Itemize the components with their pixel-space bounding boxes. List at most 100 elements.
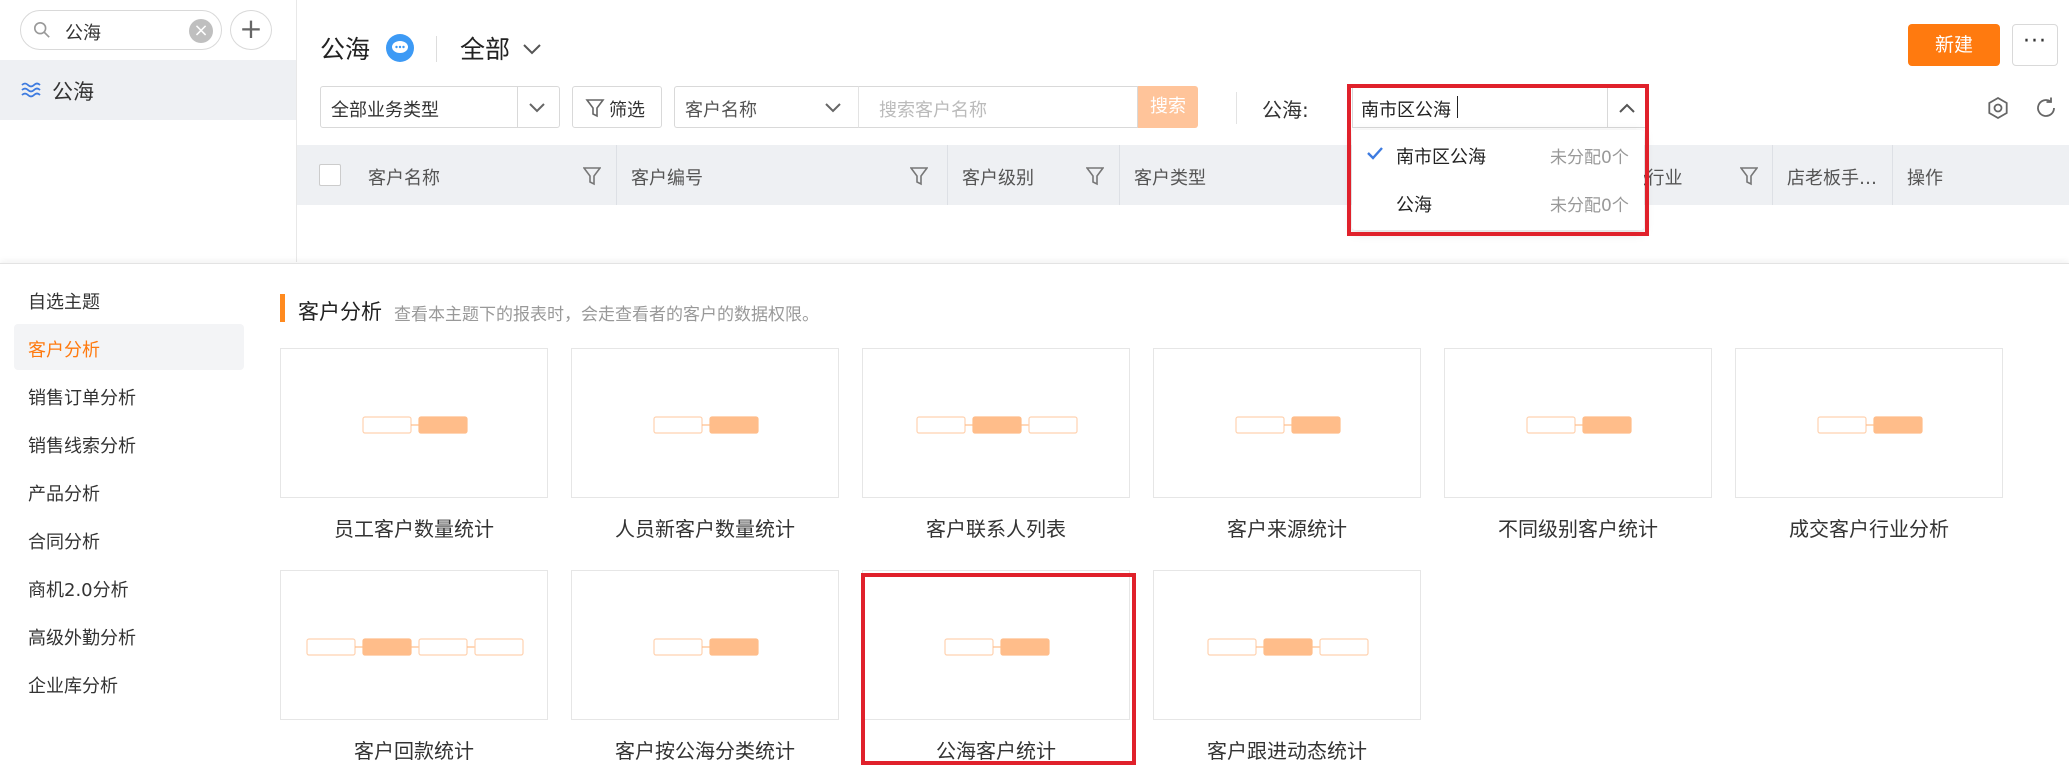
pool-label: 公海: xyxy=(1262,98,1309,122)
report-card-label[interactable]: 员工客户数量统计 xyxy=(280,513,548,542)
report-menu-label: 合同分析 xyxy=(28,532,100,553)
column-label: 操作 xyxy=(1907,168,1943,189)
report-thumbnail-icon xyxy=(1207,638,1369,656)
column-header[interactable]: 操作 xyxy=(1893,145,2069,205)
search-field-select[interactable]: 客户名称 xyxy=(674,86,858,128)
filter-divider xyxy=(1236,92,1237,124)
report-card[interactable] xyxy=(862,348,1130,498)
sidebar-search-input[interactable]: 公海 xyxy=(65,19,101,45)
report-card-label[interactable]: 客户联系人列表 xyxy=(862,513,1130,542)
view-select[interactable]: 全部 xyxy=(460,30,510,66)
column-label: 客户名称 xyxy=(368,168,440,189)
report-card-label[interactable]: 客户跟进动态统计 xyxy=(1153,735,1421,764)
funnel-icon[interactable] xyxy=(583,165,601,187)
report-menu-label: 产品分析 xyxy=(28,484,100,505)
report-card[interactable] xyxy=(280,570,548,720)
highlight-box xyxy=(861,573,1136,765)
chevron-down-icon[interactable] xyxy=(522,42,542,56)
column-label: 客户编号 xyxy=(631,168,703,189)
report-menu-item[interactable]: 商机2.0分析 xyxy=(14,564,244,610)
page-title: 公海 xyxy=(320,35,371,64)
column-header[interactable]: 客户级别 xyxy=(948,145,1120,205)
report-thumbnail-icon xyxy=(1235,416,1341,434)
funnel-icon[interactable] xyxy=(910,165,928,187)
chevron-down-icon[interactable] xyxy=(823,101,843,115)
search-icon xyxy=(33,21,50,38)
funnel-icon xyxy=(585,99,605,118)
report-menu-item[interactable]: 销售订单分析 xyxy=(14,372,244,418)
report-menu-item[interactable]: 自选主题 xyxy=(14,276,244,322)
sidebar-item-label: 公海 xyxy=(52,80,94,104)
report-card[interactable] xyxy=(1444,348,1712,498)
report-card-label[interactable]: 成交客户行业分析 xyxy=(1735,513,2003,542)
clear-icon[interactable]: × xyxy=(189,19,213,43)
header-divider xyxy=(436,36,437,62)
report-menu-label: 销售线索分析 xyxy=(28,436,136,457)
report-thumbnail-icon xyxy=(1817,416,1923,434)
section-title: 客户分析 xyxy=(298,300,382,324)
report-menu-label: 高级外勤分析 xyxy=(28,628,136,649)
report-card-label[interactable]: 不同级别客户统计 xyxy=(1444,513,1712,542)
chat-icon[interactable] xyxy=(386,34,414,62)
more-button[interactable]: ··· xyxy=(2012,24,2058,66)
refresh-icon[interactable] xyxy=(2034,96,2058,120)
column-header[interactable]: 客户名称 xyxy=(354,145,617,205)
sidebar-divider xyxy=(296,0,297,262)
column-header[interactable]: 店老板手… xyxy=(1773,145,1893,205)
report-thumbnail-icon xyxy=(916,416,1078,434)
customer-search-input[interactable]: 搜索客户名称 xyxy=(858,86,1138,128)
settings-icon[interactable] xyxy=(1986,96,2010,120)
report-card[interactable] xyxy=(571,570,839,720)
funnel-icon[interactable] xyxy=(1740,165,1758,187)
report-card[interactable] xyxy=(1153,348,1421,498)
highlight-box xyxy=(1347,84,1649,236)
report-thumbnail-icon xyxy=(362,416,468,434)
report-menu-label: 商机2.0分析 xyxy=(28,580,129,601)
report-card[interactable] xyxy=(571,348,839,498)
report-card-label[interactable]: 客户来源统计 xyxy=(1153,513,1421,542)
business-type-value: 全部业务类型 xyxy=(331,100,439,121)
sidebar-search-box[interactable]: 公海 × xyxy=(20,10,222,50)
table-header: 客户名称 客户编号 客户级别 客户类型 2级行业 店老板手… 操作 xyxy=(297,145,2069,205)
report-menu-item[interactable]: 销售线索分析 xyxy=(14,420,244,466)
section-accent-bar xyxy=(280,294,285,322)
select-all-cell xyxy=(297,145,341,205)
column-label: 店老板手… xyxy=(1787,168,1877,189)
report-thumbnail-icon xyxy=(306,638,524,656)
search-button[interactable]: 搜索 xyxy=(1138,86,1198,128)
add-button[interactable]: + xyxy=(230,10,272,50)
filter-button[interactable]: 筛选 xyxy=(572,86,662,128)
report-menu-item[interactable]: 高级外勤分析 xyxy=(14,612,244,658)
business-type-select[interactable]: 全部业务类型 xyxy=(320,86,560,128)
report-card[interactable] xyxy=(1153,570,1421,720)
search-placeholder: 搜索客户名称 xyxy=(879,100,987,121)
chevron-down-icon[interactable] xyxy=(527,101,547,115)
section-description: 查看本主题下的报表时，会走查看者的客户的数据权限。 xyxy=(394,305,819,325)
report-thumbnail-icon xyxy=(653,638,759,656)
report-menu-label: 企业库分析 xyxy=(28,676,118,697)
select-divider xyxy=(517,87,518,127)
report-menu-label: 客户分析 xyxy=(28,340,100,361)
report-card-label[interactable]: 人员新客户数量统计 xyxy=(571,513,839,542)
report-card-label[interactable]: 客户回款统计 xyxy=(280,735,548,764)
report-menu-label: 自选主题 xyxy=(28,292,100,313)
report-menu-item[interactable]: 合同分析 xyxy=(14,516,244,562)
report-card[interactable] xyxy=(1735,348,2003,498)
report-menu-item[interactable]: 产品分析 xyxy=(14,468,244,514)
report-card[interactable] xyxy=(280,348,548,498)
sidebar-item-gonghai[interactable]: 公海 xyxy=(0,60,296,120)
report-card-label[interactable]: 客户按公海分类统计 xyxy=(571,735,839,764)
waves-icon xyxy=(21,82,41,98)
column-label: 客户级别 xyxy=(962,168,1034,189)
report-thumbnail-icon xyxy=(1526,416,1632,434)
column-label: 客户类型 xyxy=(1134,168,1206,189)
funnel-icon[interactable] xyxy=(1086,165,1104,187)
filter-button-label: 筛选 xyxy=(609,100,645,121)
report-thumbnail-icon xyxy=(653,416,759,434)
select-all-checkbox[interactable] xyxy=(319,164,341,186)
new-button[interactable]: 新建 xyxy=(1908,24,2000,66)
report-menu-item[interactable]: 客户分析 xyxy=(14,324,244,370)
report-menu-label: 销售订单分析 xyxy=(28,388,136,409)
column-header[interactable]: 客户编号 xyxy=(617,145,948,205)
report-menu-item[interactable]: 企业库分析 xyxy=(14,660,244,706)
